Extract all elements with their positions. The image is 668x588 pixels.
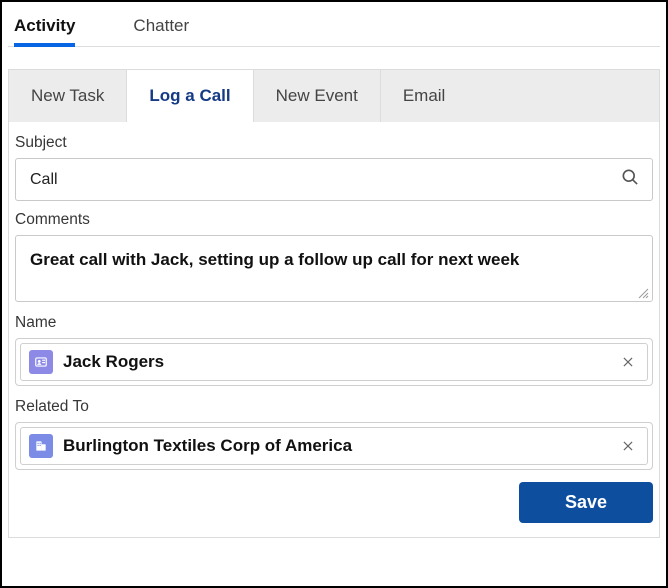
action-tab-new-task[interactable]: New Task (9, 70, 127, 122)
action-panel: New Task Log a Call New Event Email Subj… (8, 69, 660, 538)
name-lookup-value: Jack Rogers (63, 352, 617, 372)
name-lookup-pill: Jack Rogers (20, 343, 648, 381)
action-tabset: New Task Log a Call New Event Email (8, 69, 660, 122)
top-tabset: Activity Chatter (8, 10, 660, 47)
save-button[interactable]: Save (519, 482, 653, 523)
activity-panel: Activity Chatter New Task Log a Call New… (0, 0, 668, 588)
subject-combobox[interactable] (15, 158, 653, 201)
subject-label: Subject (11, 134, 657, 152)
contact-icon (29, 350, 53, 374)
subject-input[interactable] (28, 170, 620, 190)
comments-textarea[interactable] (28, 248, 640, 288)
related-to-clear-button[interactable] (617, 435, 639, 457)
form-footer: Save (11, 482, 657, 523)
comments-label: Comments (11, 211, 657, 229)
action-tab-log-a-call[interactable]: Log a Call (127, 69, 253, 122)
name-lookup[interactable]: Jack Rogers (15, 338, 653, 386)
related-to-lookup-value: Burlington Textiles Corp of America (63, 436, 617, 456)
tab-chatter[interactable]: Chatter (133, 10, 189, 46)
name-label: Name (11, 314, 657, 332)
name-clear-button[interactable] (617, 351, 639, 373)
action-tab-new-event[interactable]: New Event (254, 70, 381, 122)
comments-field-wrap (15, 235, 653, 302)
search-icon (620, 167, 640, 192)
related-to-lookup[interactable]: Burlington Textiles Corp of America (15, 422, 653, 470)
action-tab-email[interactable]: Email (381, 70, 468, 122)
tab-activity[interactable]: Activity (14, 10, 75, 46)
related-to-lookup-pill: Burlington Textiles Corp of America (20, 427, 648, 465)
related-to-label: Related To (11, 398, 657, 416)
account-icon (29, 434, 53, 458)
log-a-call-form: Subject Comments (8, 122, 660, 538)
